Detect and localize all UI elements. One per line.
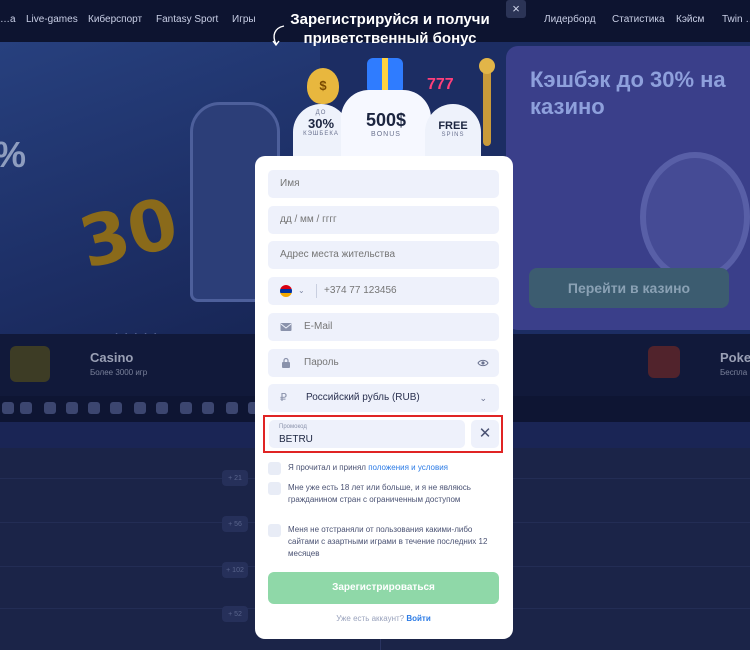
sport-icon[interactable] (226, 402, 238, 414)
casino-category-subtitle: Более 3000 игр (90, 368, 148, 377)
promo-code-input[interactable] (279, 434, 429, 445)
gift-ribbon (382, 58, 388, 94)
sport-icon[interactable] (134, 402, 146, 414)
mail-icon (280, 323, 292, 331)
sport-icon[interactable] (110, 402, 122, 414)
nav-item-twin[interactable]: Twin … (722, 14, 750, 25)
email-field[interactable] (268, 313, 504, 341)
promo-title: Зарегистрируйся и получи приветственный … (290, 11, 490, 47)
phone-input[interactable] (324, 277, 524, 305)
dob-input[interactable] (280, 206, 480, 234)
armenia-flag-icon[interactable] (280, 285, 292, 297)
login-prompt-text: Уже есть аккаунт? (336, 614, 405, 623)
nav-item-cases[interactable]: Кэйсм (676, 14, 704, 25)
currency-value: Российский рубль (RUB) (306, 392, 420, 403)
odds-more-button[interactable]: + 56 (222, 516, 248, 532)
poker-category-title[interactable]: Poke (720, 350, 750, 365)
sport-icon[interactable] (202, 402, 214, 414)
age-confirmation-text: Мне уже есть 18 лет или больше, и я не я… (288, 483, 471, 504)
address-field[interactable] (268, 241, 499, 269)
nav-item-statistics[interactable]: Статистика (612, 14, 665, 25)
password-input[interactable] (304, 349, 504, 377)
chevron-down-icon[interactable]: ⌄ (298, 286, 305, 295)
name-input[interactable] (280, 170, 480, 198)
free-spins-label: SPINS (441, 132, 465, 138)
nav-item-live-games[interactable]: Live-games (26, 14, 78, 25)
eye-icon[interactable] (477, 357, 489, 369)
odds-more-button[interactable]: + 52 (222, 606, 248, 622)
self-exclusion-checkbox[interactable] (268, 524, 281, 537)
promo-code-field[interactable]: Промокод (269, 420, 465, 448)
email-input[interactable] (304, 313, 504, 341)
free-spins-slot: FREE SPINS (425, 104, 481, 162)
casino-category-title[interactable]: Casino (90, 350, 133, 365)
poker-category-subtitle: Беспла (720, 368, 748, 377)
nav-item-leaderboard[interactable]: Лидерборд (544, 14, 596, 25)
currency-select[interactable]: ₽ Российский рубль (RUB) ⌄ (268, 384, 499, 412)
terms-link[interactable]: положения и условия (368, 463, 448, 472)
ruble-icon: ₽ (280, 392, 287, 404)
lever-icon (483, 66, 491, 146)
chevron-down-icon[interactable]: ⌄ (479, 393, 487, 404)
sport-icon[interactable] (2, 402, 14, 414)
nav-item-esports[interactable]: Киберспорт (88, 14, 142, 25)
sport-icon[interactable] (180, 402, 192, 414)
sport-icon[interactable] (66, 402, 78, 414)
go-to-casino-button[interactable]: Перейти в казино (529, 268, 729, 308)
register-button[interactable]: Зарегистрироваться (268, 572, 499, 604)
nav-item-games[interactable]: Игры (232, 14, 256, 25)
name-field[interactable] (268, 170, 499, 198)
nav-item-fantasy-sport[interactable]: Fantasy Sport (156, 14, 218, 25)
address-input[interactable] (280, 241, 480, 269)
self-exclusion-text: Меня не отстраняли от пользования какими… (288, 525, 488, 558)
sport-icon[interactable] (88, 402, 100, 414)
sport-icon[interactable] (20, 402, 32, 414)
dice-icon (648, 346, 680, 378)
clear-promo-button[interactable]: ✕ (471, 420, 499, 448)
odds-more-button[interactable]: + 102 (222, 562, 248, 578)
bonus-label: BONUS (371, 131, 401, 138)
casino-logo-icon (10, 346, 50, 382)
login-prompt-row: Уже есть аккаунт? Войти (268, 614, 499, 623)
reel-illustration (640, 152, 750, 282)
age-checkbox[interactable] (268, 482, 281, 495)
terms-checkbox[interactable] (268, 462, 281, 475)
promo-code-highlight: Промокод ✕ (263, 415, 503, 453)
bonus-slot-machine: $ 777 ДО 30% КЭШБЕКА 500$ BONUS FREE SPI… (285, 54, 495, 162)
sport-icon[interactable] (156, 402, 168, 414)
hero-percent-text: % (0, 134, 26, 176)
terms-text: Я прочитал и принял положения и условия (288, 463, 449, 472)
nav-item-sport[interactable]: …а (0, 14, 16, 25)
lock-icon (282, 357, 290, 368)
password-field[interactable] (268, 349, 504, 377)
promo-code-label: Промокод (279, 424, 307, 430)
phone-divider (316, 284, 317, 298)
odds-more-button[interactable]: + 21 (222, 470, 248, 486)
phone-field[interactable]: ⌄ (268, 277, 524, 305)
sport-icon[interactable] (44, 402, 56, 414)
money-bag-icon: $ (307, 68, 339, 104)
bonus-slot: 500$ BONUS (341, 90, 431, 162)
free-spins-value: FREE (438, 120, 468, 132)
cashback-title: Кэшбэк до 30% на казино (530, 67, 726, 119)
dob-field[interactable] (268, 206, 499, 234)
sevens-icon: 777 (427, 76, 454, 93)
lever-ball-icon (479, 58, 495, 74)
login-link[interactable]: Войти (406, 614, 430, 623)
bonus-value: 500$ (365, 110, 407, 130)
